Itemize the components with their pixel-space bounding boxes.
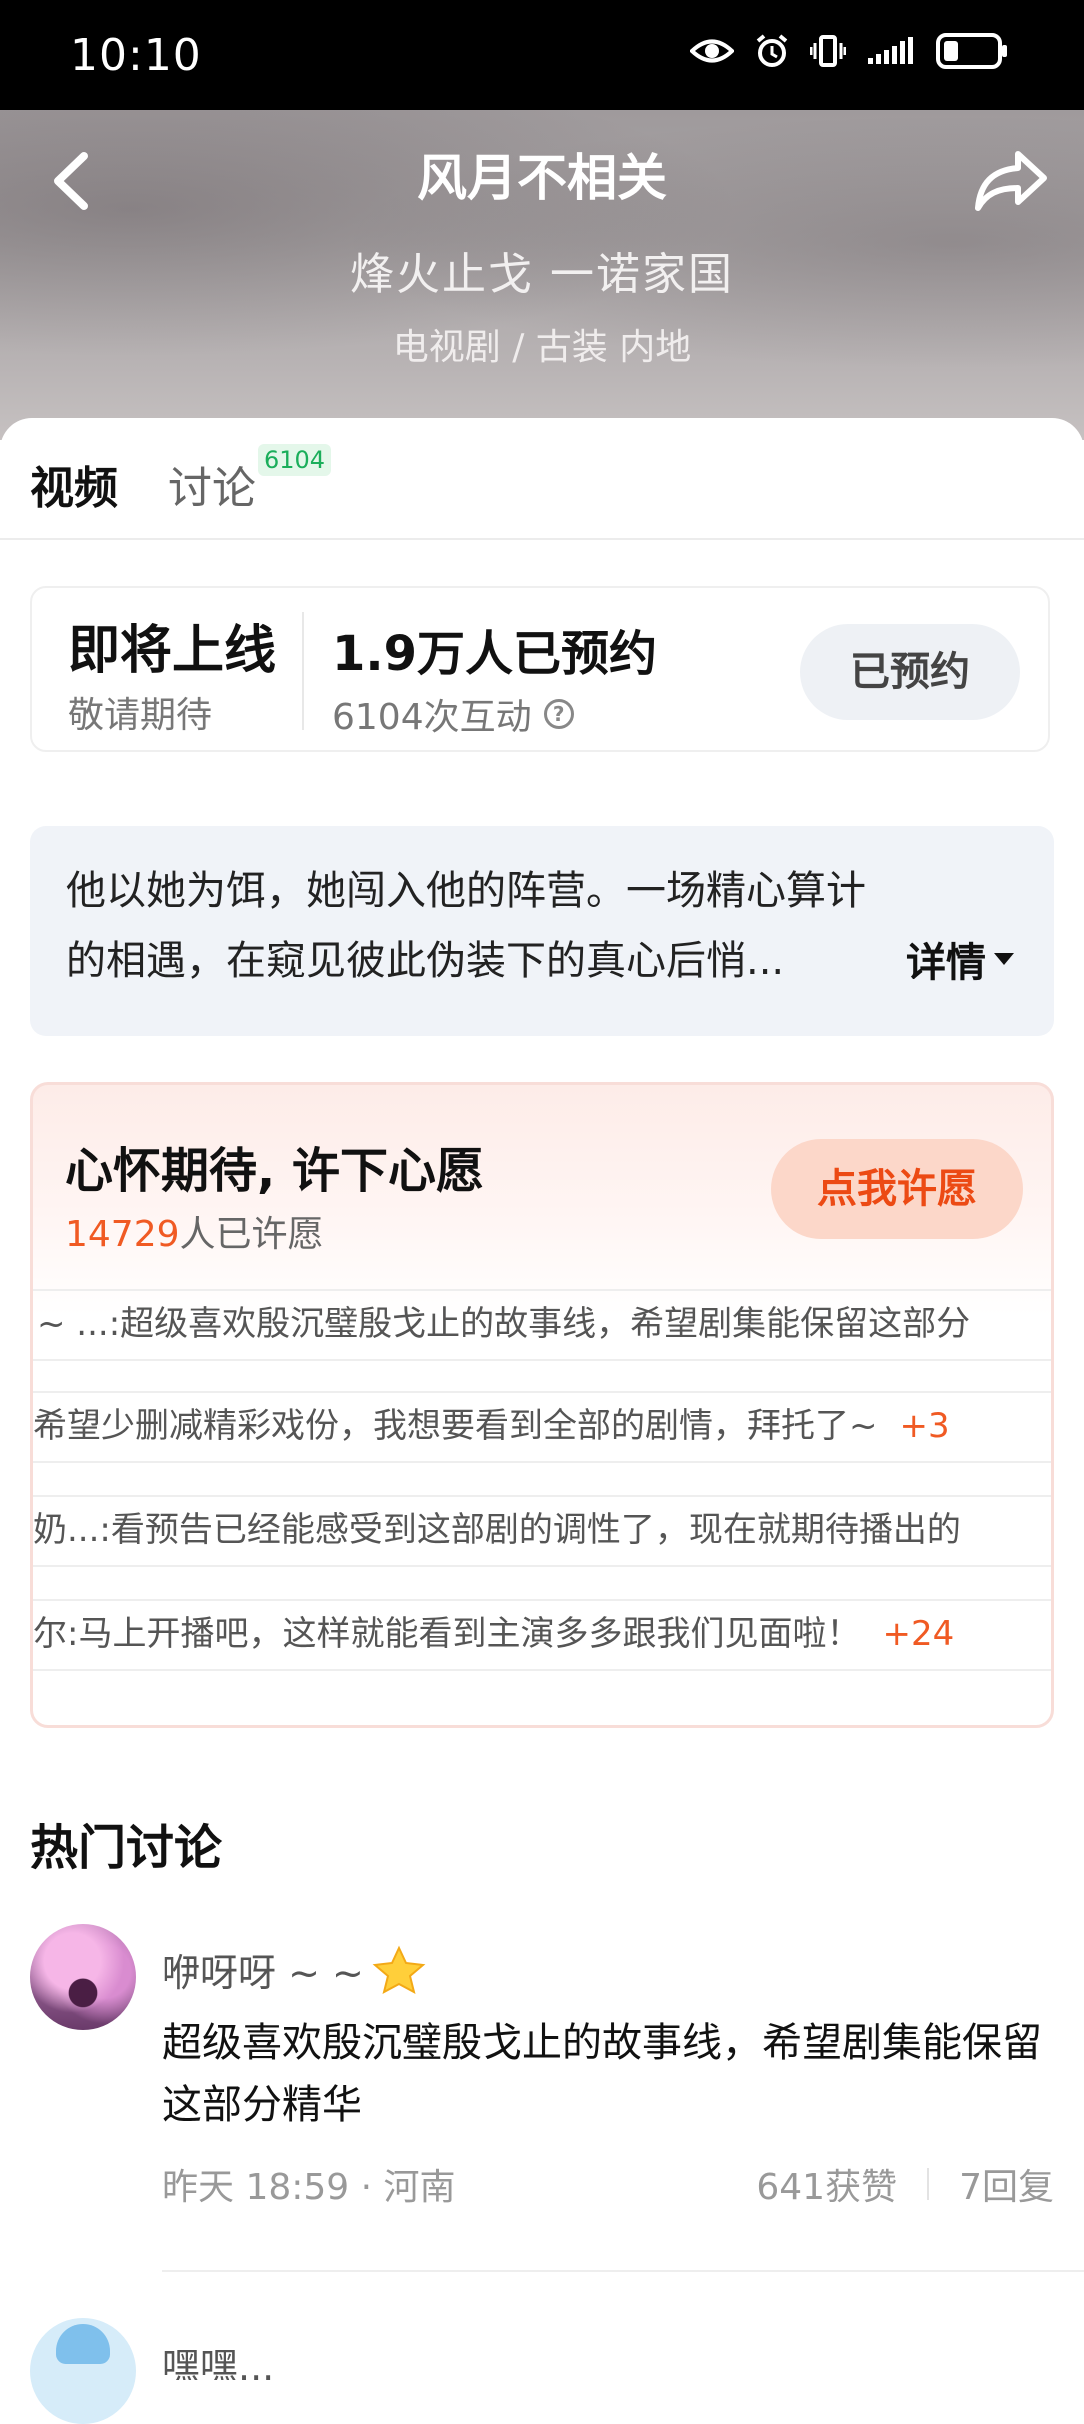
synopsis-text: 他以她为饵，她闯入他的阵营。一场精心算计 的相遇，在窥见彼此伪装下的真心后悄..… [66, 856, 1006, 996]
show-tagline: 烽火止戈 一诺家国 [350, 249, 734, 300]
synopsis-line-2: 的相遇，在窥见彼此伪装下的真心后悄... [66, 938, 785, 984]
show-title: 风月不相关 [417, 149, 667, 207]
wish-bullet-text: 希望少删减精彩戏份，我想要看到全部的剧情，拜托了~ [33, 1406, 878, 1446]
battery-icon [936, 33, 1007, 69]
tab-video[interactable]: 视频 [30, 452, 118, 516]
discussion-count-badge: 6104 [258, 444, 332, 476]
status-time: 10:10 [70, 30, 202, 81]
wish-title: 心怀期待, 许下心愿 [65, 1143, 484, 1199]
comment-likes[interactable]: 641获赞 [756, 2158, 897, 2210]
wish-bullet: 奶...:看预告已经能感受到这部剧的调性了，现在就期待播出的 [33, 1495, 1051, 1567]
reserved-button[interactable]: 已预约 [800, 624, 1020, 720]
comment-meta: 昨天 18:59 · 河南 [162, 2167, 456, 2208]
avatar[interactable] [30, 1924, 136, 2030]
wish-bullet: ~ ...:超级喜欢殷沉璧殷戈止的故事线，希望剧集能保留这部分 [33, 1289, 1051, 1361]
make-wish-button[interactable]: 点我许愿 [771, 1139, 1023, 1239]
caret-down-icon [994, 953, 1014, 965]
share-icon[interactable] [974, 146, 1050, 216]
wish-bullet-plus: +3 [899, 1406, 950, 1446]
release-status: 即将上线 [68, 621, 277, 681]
release-status-sub: 敬请期待 [68, 695, 213, 736]
wish-bullet: 尔:马上开播吧，这样就能看到主演多多跟我们见面啦！ +24 [33, 1599, 1051, 1671]
card-divider [302, 612, 304, 730]
comment-user-row: 咿呀呀 ~ ~ [162, 1942, 426, 1997]
comment-username[interactable]: 咿呀呀 ~ ~ [162, 1942, 364, 1997]
status-icons [690, 32, 1010, 70]
wish-card: 心怀期待, 许下心愿 14729人已许愿 点我许愿 ~ ...:超级喜欢殷沉璧殷… [30, 1082, 1054, 1728]
wish-bullet-plus: +24 [882, 1614, 955, 1654]
wish-bullet-text: 奶...:看预告已经能感受到这部剧的调性了，现在就期待播出的 [33, 1510, 961, 1550]
wish-bullet-text: 尔:马上开播吧，这样就能看到主演多多跟我们见面啦！ [33, 1614, 861, 1654]
comment-item[interactable]: 咿呀呀 ~ ~ 超级喜欢殷沉璧殷戈止的故事线，希望剧集能保留这部分精华 昨天 1… [0, 1922, 1084, 2222]
tab-bar: 视频 讨论 6104 [0, 418, 1084, 540]
comment-text: 超级喜欢殷沉璧殷戈止的故事线，希望剧集能保留这部分精华 [162, 2020, 1042, 2128]
show-genre-meta: 电视剧 / 古装 内地 [392, 327, 692, 368]
wish-count-number: 14729 [65, 1214, 180, 1255]
stats-divider [927, 2168, 930, 2200]
synopsis-details-button[interactable]: 详情 [906, 930, 1014, 988]
details-label: 详情 [906, 940, 986, 986]
wish-count-suffix: 人已许愿 [179, 1214, 324, 1255]
wish-bullet-text: ~ ...:超级喜欢殷沉璧殷戈止的故事线，希望剧集能保留这部分 [37, 1304, 971, 1344]
reservation-card: 即将上线 敬请期待 1.9万人已预约 6104次互动 ? 已预约 [30, 586, 1050, 752]
comment-stats: 641获赞 7回复 [756, 2158, 1054, 2210]
wish-bullet: 希望少删减精彩戏份，我想要看到全部的剧情，拜托了~ +3 [33, 1391, 1051, 1463]
tab-discussion[interactable]: 讨论 [168, 452, 256, 516]
show-header: 风月不相关 烽火止戈 一诺家国 电视剧 / 古装 内地 [0, 110, 1084, 440]
wish-count: 14729人已许愿 [65, 1205, 324, 1257]
synopsis-line-1: 他以她为饵，她闯入他的阵营。一场精心算计 [66, 868, 866, 914]
interaction-count-row: 6104次互动 ? [332, 688, 574, 740]
star-icon [372, 1945, 426, 1994]
comment-replies[interactable]: 7回复 [959, 2158, 1054, 2210]
synopsis-box[interactable]: 他以她为饵，她闯入他的阵营。一场精心算计 的相遇，在窥见彼此伪装下的真心后悄..… [30, 826, 1054, 1036]
help-icon[interactable]: ? [543, 699, 574, 729]
hot-discussion-title: 热门讨论 [30, 1820, 223, 1876]
comment-username[interactable]: 嘿嘿... [162, 2336, 322, 2380]
eye-icon [690, 39, 734, 63]
avatar[interactable] [30, 2318, 136, 2424]
alarm-icon [756, 34, 788, 67]
reservation-count: 1.9万人已预约 [332, 626, 658, 682]
signal-icon [868, 37, 913, 64]
vibrate-icon [810, 35, 846, 67]
comment-divider [162, 2270, 1084, 2272]
interaction-count: 6104次互动 [332, 697, 532, 738]
status-bar: 10:10 [0, 0, 1084, 110]
